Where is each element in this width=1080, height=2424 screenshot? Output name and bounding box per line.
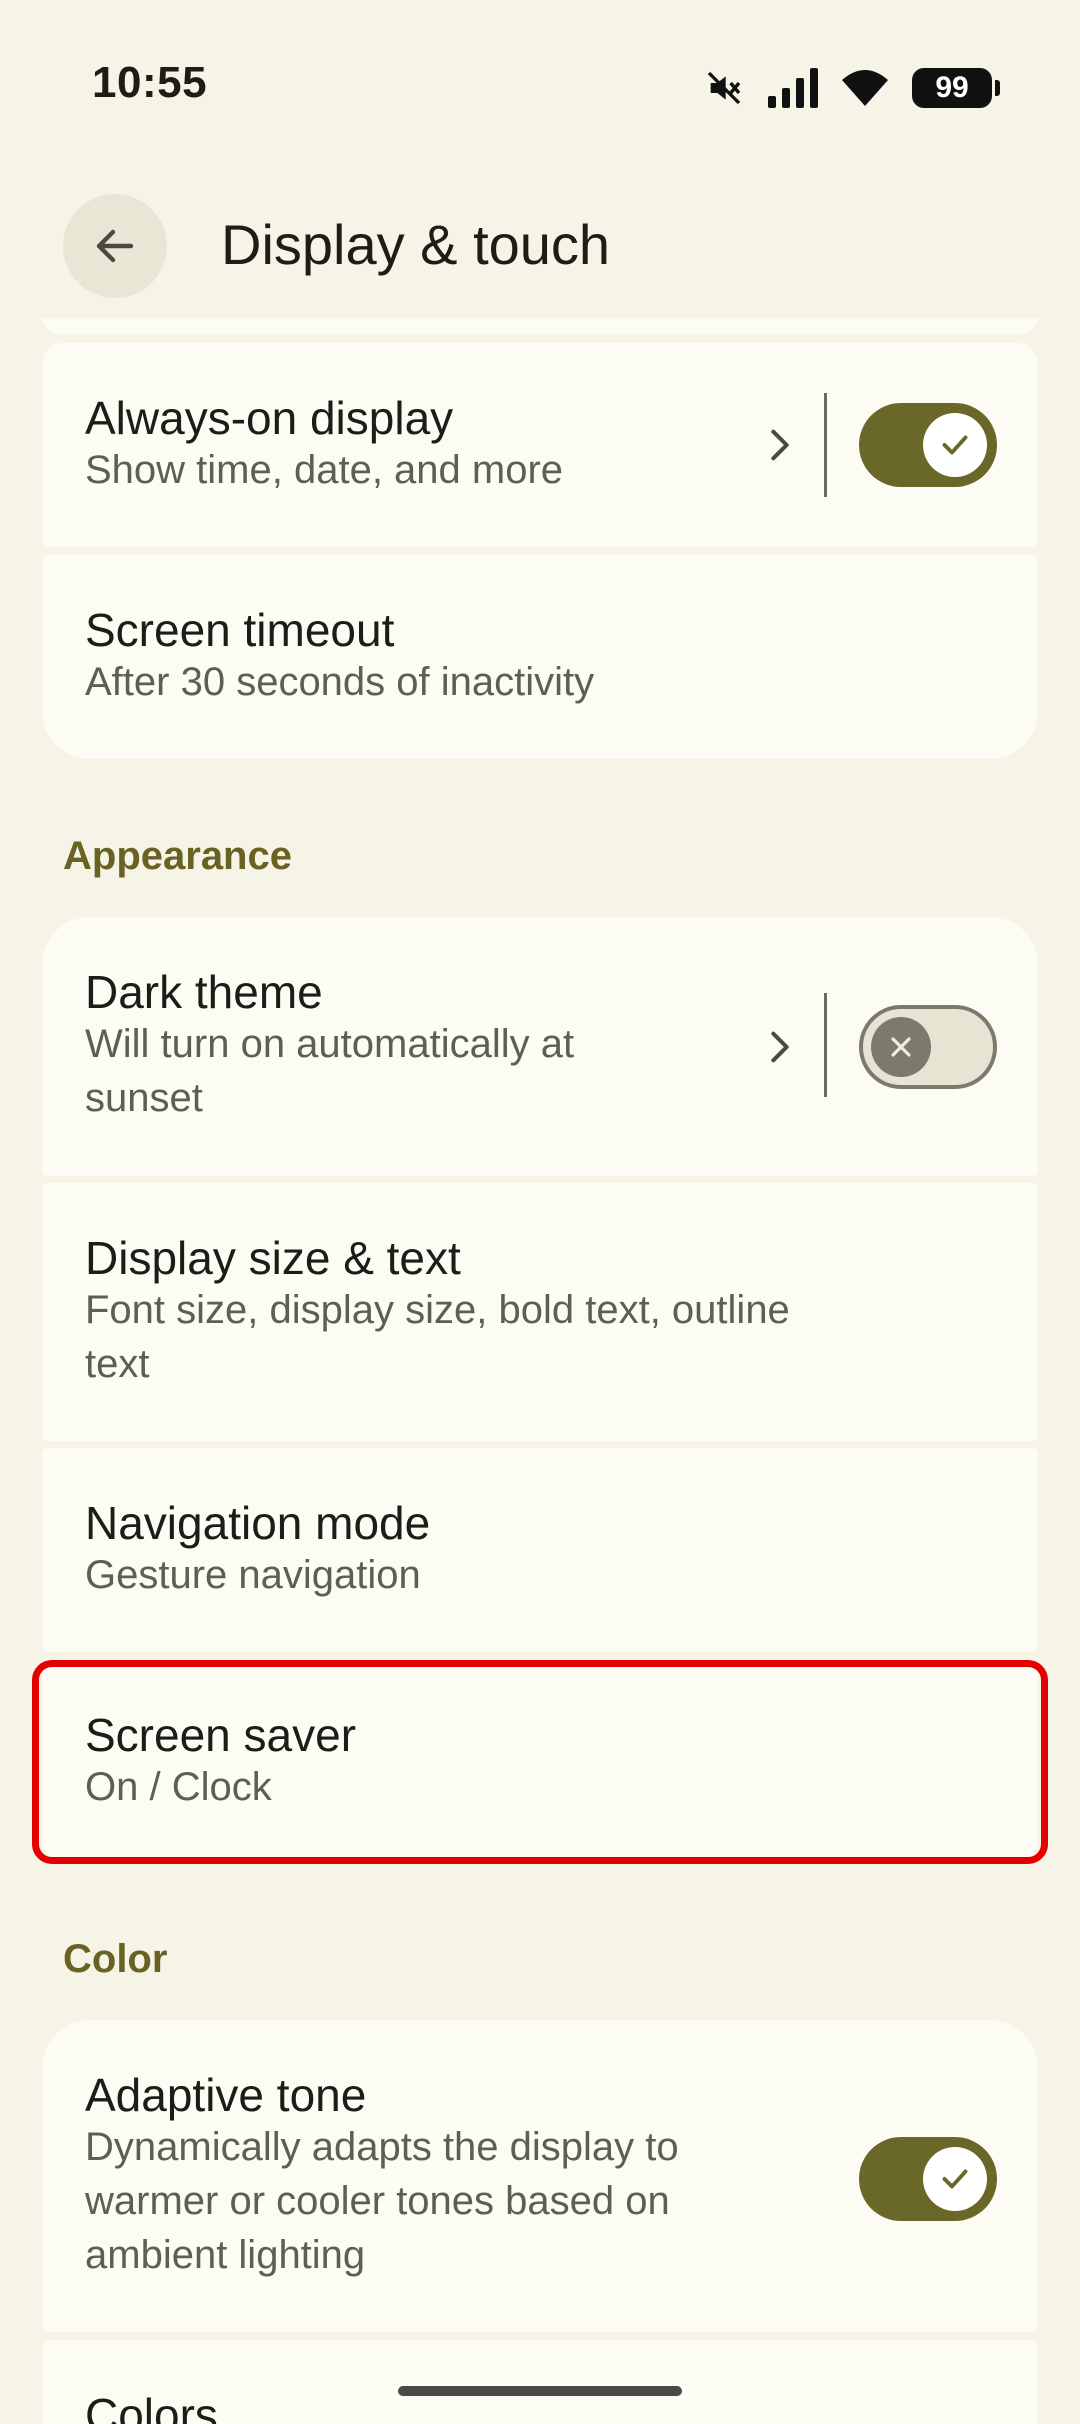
battery-level: 99: [935, 71, 969, 104]
adaptive-tone-toggle[interactable]: [859, 2137, 997, 2221]
adaptive-tone-subtitle-line3: ambient lighting: [85, 2233, 366, 2277]
adaptive-tone-row[interactable]: Adaptive tone Dynamically adapts the dis…: [42, 2020, 1038, 2332]
always-on-display-title: Always-on display: [85, 392, 454, 444]
display-size-text-row[interactable]: Display size & text Font size, display s…: [42, 1183, 1038, 1441]
page-title: Display & touch: [221, 213, 611, 276]
always-on-display-subtitle: Show time, date, and more: [85, 448, 564, 492]
adaptive-tone-subtitle-line1: Dynamically adapts the display to: [85, 2125, 679, 2169]
colors-row[interactable]: Colors: [42, 2340, 1038, 2424]
display-size-text-subtitle-line2: text: [85, 1342, 150, 1386]
top-app-bar: Display & touch: [0, 180, 1080, 310]
navigation-mode-row[interactable]: Navigation mode Gesture navigation: [42, 1448, 1038, 1652]
navigation-mode-subtitle: Gesture navigation: [85, 1553, 421, 1597]
mute-icon: [707, 71, 741, 105]
always-on-display-row[interactable]: Always-on display Show time, date, and m…: [42, 343, 1038, 547]
navigation-mode-title: Navigation mode: [85, 1497, 431, 1549]
status-icons: 99: [704, 64, 1000, 112]
status-time: 10:55: [92, 58, 208, 107]
status-bar: 10:55 99: [0, 0, 1080, 180]
wifi-icon: [842, 70, 888, 106]
arrow-back-icon: [96, 229, 134, 263]
signal-icon: [768, 68, 818, 108]
close-icon: [891, 1037, 911, 1057]
check-icon: [942, 435, 968, 455]
previous-card-edge: [42, 318, 1038, 334]
battery-icon: 99: [912, 68, 1000, 108]
toggle-knob: [923, 413, 987, 477]
adaptive-tone-title: Adaptive tone: [85, 2069, 367, 2121]
chevron-right-icon: [771, 429, 789, 461]
screen-timeout-row[interactable]: Screen timeout After 30 seconds of inact…: [42, 555, 1038, 759]
screen-timeout-subtitle: After 30 seconds of inactivity: [85, 660, 595, 704]
display-size-text-subtitle-line1: Font size, display size, bold text, outl…: [85, 1288, 790, 1332]
row-divider: [824, 393, 827, 497]
highlight-box: [32, 1660, 1048, 1864]
always-on-display-toggle[interactable]: [859, 403, 997, 487]
screen-timeout-title: Screen timeout: [85, 604, 395, 656]
section-color: Color: [63, 1937, 168, 1981]
dark-theme-subtitle-line1: Will turn on automatically at: [85, 1022, 575, 1066]
display-size-text-title: Display size & text: [85, 1232, 461, 1284]
section-appearance: Appearance: [63, 834, 292, 878]
dark-theme-subtitle-line2: sunset: [85, 1076, 203, 1120]
dark-theme-title: Dark theme: [85, 966, 323, 1018]
row-divider: [824, 993, 827, 1097]
home-indicator[interactable]: [398, 2386, 682, 2396]
adaptive-tone-subtitle-line2: warmer or cooler tones based on: [85, 2179, 670, 2223]
colors-title: Colors: [85, 2389, 218, 2424]
chevron-right-icon: [771, 1031, 789, 1063]
back-button[interactable]: [63, 194, 167, 298]
dark-theme-toggle[interactable]: [859, 1005, 997, 1089]
dark-theme-row[interactable]: Dark theme Will turn on automatically at…: [42, 917, 1038, 1176]
toggle-knob: [923, 2147, 987, 2211]
toggle-knob: [871, 1017, 931, 1077]
check-icon: [942, 2169, 968, 2189]
